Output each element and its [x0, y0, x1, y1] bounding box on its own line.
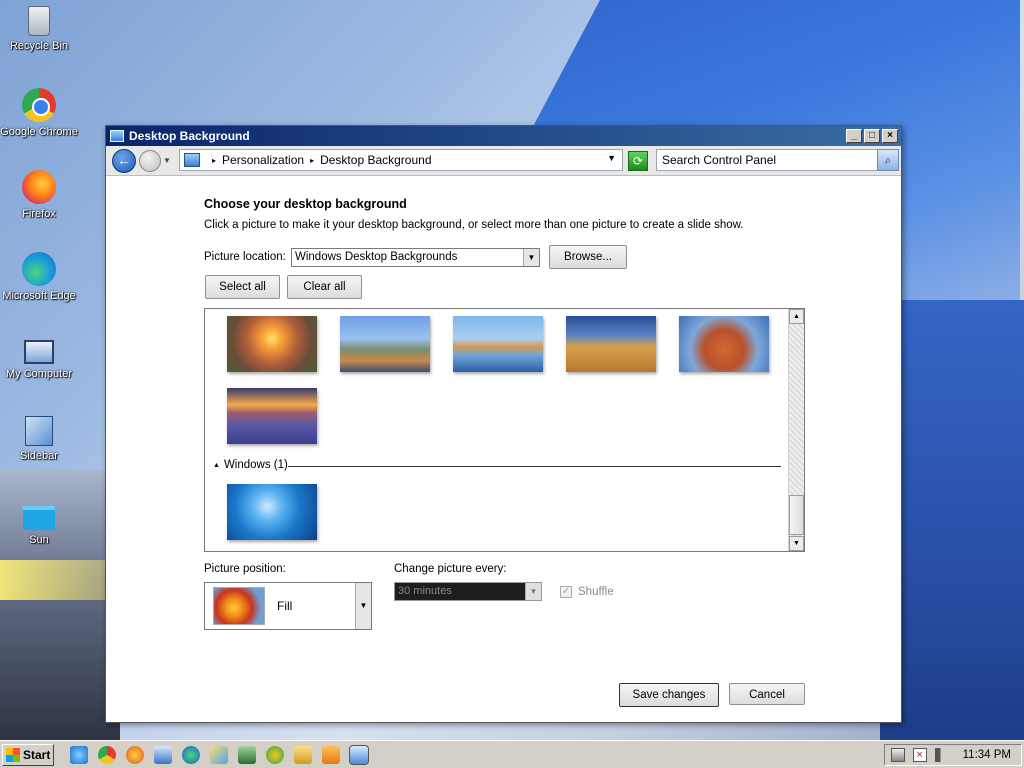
search-input[interactable]: Search Control Panel: [656, 149, 878, 171]
wallpaper-thumbnail[interactable]: [340, 316, 430, 372]
security-alert-icon[interactable]: ×: [912, 747, 927, 762]
firefox-icon: [22, 170, 56, 204]
forward-button[interactable]: [139, 149, 161, 172]
change-interval-select[interactable]: 30 minutes ▼: [394, 582, 542, 601]
picture-location-select[interactable]: Windows Desktop Backgrounds ▼: [291, 248, 540, 267]
chrome-icon: [22, 88, 56, 122]
system-tray: × 11:34 PM: [883, 743, 1022, 766]
close-button[interactable]: ×: [882, 129, 898, 143]
picture-gallery: ▲ Windows (1) ▲ ▼: [204, 308, 805, 552]
windows-logo-icon: [6, 747, 20, 762]
wallpaper-thumbnail[interactable]: [566, 316, 656, 372]
desktop-icon-my-computer[interactable]: My Computer: [0, 334, 78, 380]
page-heading: Choose your desktop background: [204, 197, 407, 211]
chrome-alt-icon[interactable]: [266, 745, 284, 764]
breadcrumb-desktop-background[interactable]: Desktop Background: [320, 153, 431, 167]
vertical-scrollbar[interactable]: ▲ ▼: [788, 309, 804, 551]
picture-position-select[interactable]: Fill ▼: [204, 582, 372, 630]
edge-icon[interactable]: [182, 745, 200, 764]
start-button[interactable]: Start: [2, 743, 54, 766]
scrollbar-thumb[interactable]: [789, 495, 804, 535]
breadcrumb-personalization[interactable]: Personalization: [222, 153, 304, 167]
explorer-icon[interactable]: [294, 745, 312, 764]
shuffle-checkbox[interactable]: ✓: [560, 586, 572, 598]
network-status-icon[interactable]: [890, 747, 905, 762]
control-panel-icon[interactable]: [154, 745, 172, 764]
refresh-button[interactable]: ⟳: [628, 151, 648, 171]
clear-all-button[interactable]: Clear all: [287, 275, 362, 299]
search-icon[interactable]: ⌕: [877, 149, 899, 171]
volume-icon[interactable]: [934, 747, 949, 762]
monitor-icon: [110, 130, 124, 142]
chrome-icon[interactable]: [98, 745, 116, 764]
recycle-bin-icon: [28, 6, 50, 36]
control-panel-icon: [184, 153, 200, 167]
picture-position-label: Picture position:: [204, 563, 286, 575]
scroll-up-button[interactable]: ▲: [789, 309, 804, 324]
address-bar[interactable]: ▸ Personalization ▸ Desktop Background ▼: [179, 149, 623, 171]
edge-icon: [22, 252, 56, 286]
page-description: Click a picture to make it your desktop …: [204, 219, 744, 231]
minimize-button[interactable]: _: [846, 129, 862, 143]
desktop-icon-edge[interactable]: Microsoft Edge: [0, 252, 78, 302]
computer-icon: [24, 340, 54, 364]
wallpaper-thumbnail[interactable]: [227, 388, 317, 444]
collapse-icon[interactable]: ▲: [213, 462, 220, 469]
title-bar[interactable]: Desktop Background _ □ ×: [106, 126, 901, 146]
change-picture-label: Change picture every:: [394, 563, 507, 575]
picture-location-label: Picture location:: [204, 251, 286, 263]
window-title: Desktop Background: [129, 129, 250, 143]
wallpaper-thumbnail[interactable]: [679, 316, 769, 372]
navigation-bar: ← ▼ ▸ Personalization ▸ Desktop Backgrou…: [106, 146, 901, 176]
wallpaper-thumbnail[interactable]: [227, 316, 317, 372]
desktop-icon-sidebar[interactable]: Sidebar: [0, 416, 78, 462]
firefox-icon[interactable]: [126, 745, 144, 764]
history-dropdown-icon[interactable]: ▼: [163, 156, 171, 165]
wallpaper-thumbnail[interactable]: [453, 316, 543, 372]
cancel-button[interactable]: Cancel: [729, 683, 805, 705]
desktop-background-window-icon[interactable]: [349, 744, 369, 765]
browse-button[interactable]: Browse...: [549, 245, 627, 269]
chevron-down-icon[interactable]: ▼: [523, 249, 539, 266]
chevron-down-icon[interactable]: ▼: [525, 583, 541, 600]
wallpaper-thumbnail[interactable]: [227, 484, 317, 540]
desktop-background-window: Desktop Background _ □ × ← ▼ ▸ Personali…: [105, 125, 902, 723]
main-content: Choose your desktop background Click a p…: [106, 178, 901, 722]
save-changes-button[interactable]: Save changes: [619, 683, 719, 707]
position-preview-image: [213, 587, 265, 625]
chevron-down-icon[interactable]: ▼: [355, 583, 371, 629]
clock[interactable]: 11:34 PM: [963, 749, 1011, 761]
desktop-icon-firefox[interactable]: Firefox: [0, 170, 78, 220]
group-divider: [288, 466, 781, 467]
network-icon[interactable]: [238, 745, 256, 764]
shuffle-option[interactable]: ✓ Shuffle: [560, 586, 614, 598]
breadcrumb-separator-icon: ▸: [212, 155, 217, 165]
media-player-icon[interactable]: [322, 745, 340, 764]
desktop-icon-recycle-bin[interactable]: Recycle Bin: [0, 6, 78, 52]
sidebar-icon: [25, 416, 53, 446]
paint-icon[interactable]: [210, 745, 228, 764]
maximize-button[interactable]: □: [864, 129, 880, 143]
desktop-icon-sun[interactable]: Sun: [0, 498, 78, 546]
desktop-icon-chrome[interactable]: Google Chrome: [0, 88, 78, 138]
ie-icon[interactable]: [70, 745, 88, 764]
folder-icon: [23, 506, 55, 530]
quick-launch: [70, 744, 369, 765]
scroll-down-button[interactable]: ▼: [789, 536, 804, 551]
taskbar: Start × 11:34 PM: [0, 740, 1024, 768]
back-button[interactable]: ←: [112, 148, 136, 173]
chevron-down-icon[interactable]: ▼: [607, 153, 616, 163]
select-all-button[interactable]: Select all: [205, 275, 280, 299]
group-header-windows[interactable]: ▲ Windows (1): [213, 459, 288, 471]
breadcrumb-separator-icon: ▸: [310, 155, 315, 165]
